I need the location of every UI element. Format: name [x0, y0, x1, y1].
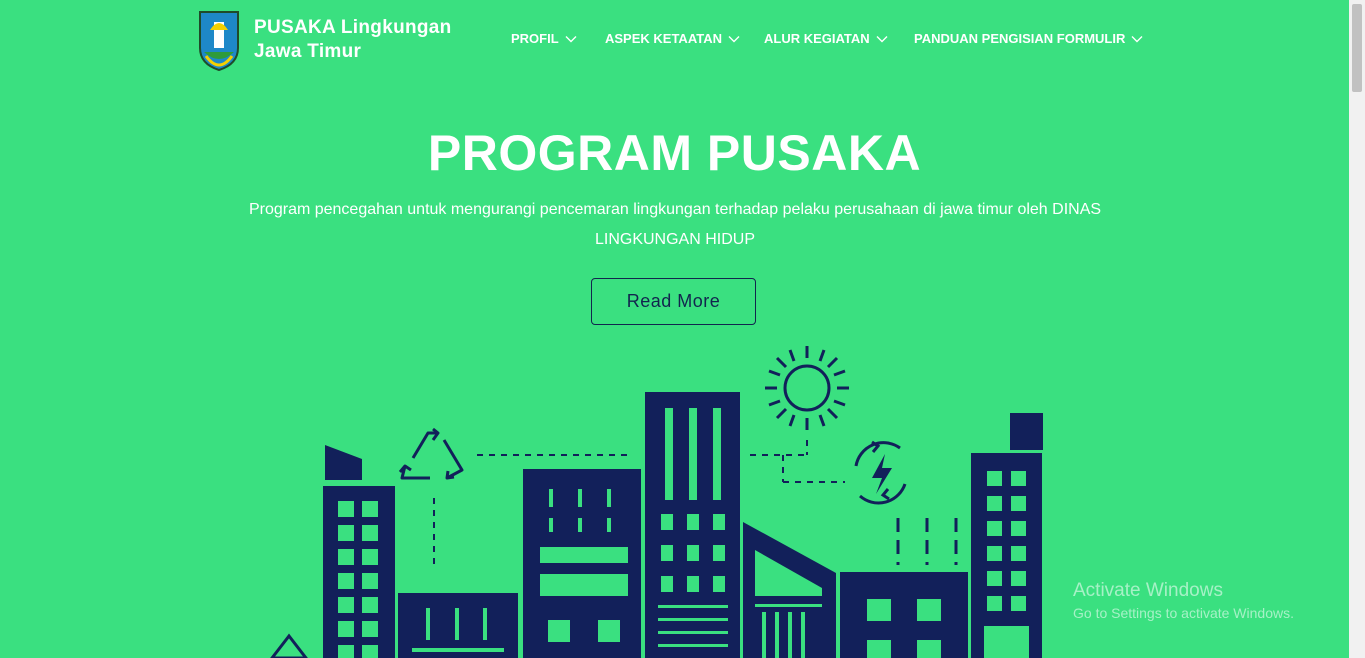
recycle-icon	[398, 427, 464, 480]
nav-aspek-ketaatan-label: ASPEK KETAATAN	[605, 31, 722, 46]
activate-windows-title: Activate Windows	[1073, 580, 1223, 601]
brand-title[interactable]: PUSAKA Lingkungan Jawa Timur	[254, 16, 452, 64]
nav-alur-kegiatan-label: ALUR KEGIATAN	[764, 31, 870, 46]
nav-panduan-pengisian-formulir[interactable]: PANDUAN PENGISIAN FORMULIR	[914, 31, 1143, 46]
brand-title-line1: PUSAKA Lingkungan	[254, 17, 452, 38]
page-scrollbar[interactable]	[1349, 0, 1365, 658]
hero-title: PROGRAM PUSAKA	[427, 125, 922, 181]
sun-icon	[765, 346, 849, 430]
nav-aspek-ketaatan[interactable]: ASPEK KETAATAN	[605, 31, 740, 46]
scrollbar-thumb[interactable]	[1352, 4, 1362, 92]
chevron-down-icon	[876, 35, 888, 42]
brand-title-line2: Jawa Timur	[254, 41, 362, 62]
east-java-emblem-icon[interactable]	[196, 8, 242, 72]
chevron-down-icon	[1131, 35, 1143, 42]
nav-alur-kegiatan[interactable]: ALUR KEGIATAN	[764, 31, 888, 46]
nav-panduan-label: PANDUAN PENGISIAN FORMULIR	[914, 31, 1126, 46]
hero-subtitle: Program pencegahan untuk mengurangi penc…	[248, 201, 1102, 248]
nav-profil[interactable]: PROFIL	[511, 31, 577, 46]
read-more-button[interactable]: Read More	[591, 278, 756, 325]
site-header: PUSAKA Lingkungan Jawa Timur PROFIL ASPE…	[0, 0, 1349, 80]
chevron-down-icon	[728, 35, 740, 42]
activate-windows-subtitle: Go to Settings to activate Windows.	[1073, 605, 1294, 621]
chevron-down-icon	[565, 35, 577, 42]
nav-profil-label: PROFIL	[511, 31, 559, 46]
activate-windows-watermark: Activate Windows Go to Settings to activ…	[1073, 580, 1294, 621]
